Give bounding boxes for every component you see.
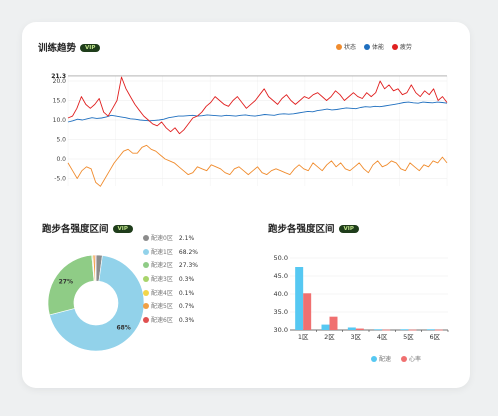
y-tick-label: 45.0	[274, 272, 288, 280]
bar-配速[interactable]	[426, 329, 435, 331]
bar-心率[interactable]	[303, 293, 312, 330]
bar-心率[interactable]	[408, 329, 417, 331]
bar-legend: 配速 心率	[371, 354, 421, 363]
legend-dot-icon	[400, 356, 407, 362]
bar-心率[interactable]	[355, 328, 364, 330]
legend-label: 配速	[379, 356, 392, 363]
y-tick-label: 40.0	[274, 290, 288, 298]
x-tick-label: 2区	[324, 333, 335, 341]
x-tick-label: 4区	[377, 333, 388, 341]
bar-心率[interactable]	[329, 316, 338, 330]
x-tick-label: 1区	[298, 333, 309, 341]
y-tick-label: 50.0	[274, 254, 288, 262]
legend-dot-icon	[371, 356, 377, 362]
y-tick-label: 30.0	[274, 326, 288, 334]
bar-心率[interactable]	[382, 329, 391, 331]
x-tick-label: 6区	[430, 333, 441, 341]
bar-配速[interactable]	[321, 324, 330, 330]
legend-item-heartrate[interactable]: 心率	[400, 356, 421, 363]
legend-item-pace[interactable]: 配速	[371, 356, 391, 363]
y-tick-label: 35.0	[274, 308, 288, 316]
x-tick-label: 5区	[403, 333, 414, 341]
legend-label: 心率	[408, 356, 421, 363]
zone-bar-chart: 30.0 35.0 40.0 45.0 50.0 1区 2区 3区 4区 5区 6区	[274, 254, 449, 341]
bar-心率[interactable]	[434, 329, 443, 331]
bar-配速[interactable]	[295, 267, 304, 330]
bar-配速[interactable]	[347, 327, 356, 330]
x-tick-label: 3区	[351, 333, 362, 341]
bar-配速[interactable]	[374, 329, 383, 331]
bar-配速[interactable]	[400, 329, 409, 331]
